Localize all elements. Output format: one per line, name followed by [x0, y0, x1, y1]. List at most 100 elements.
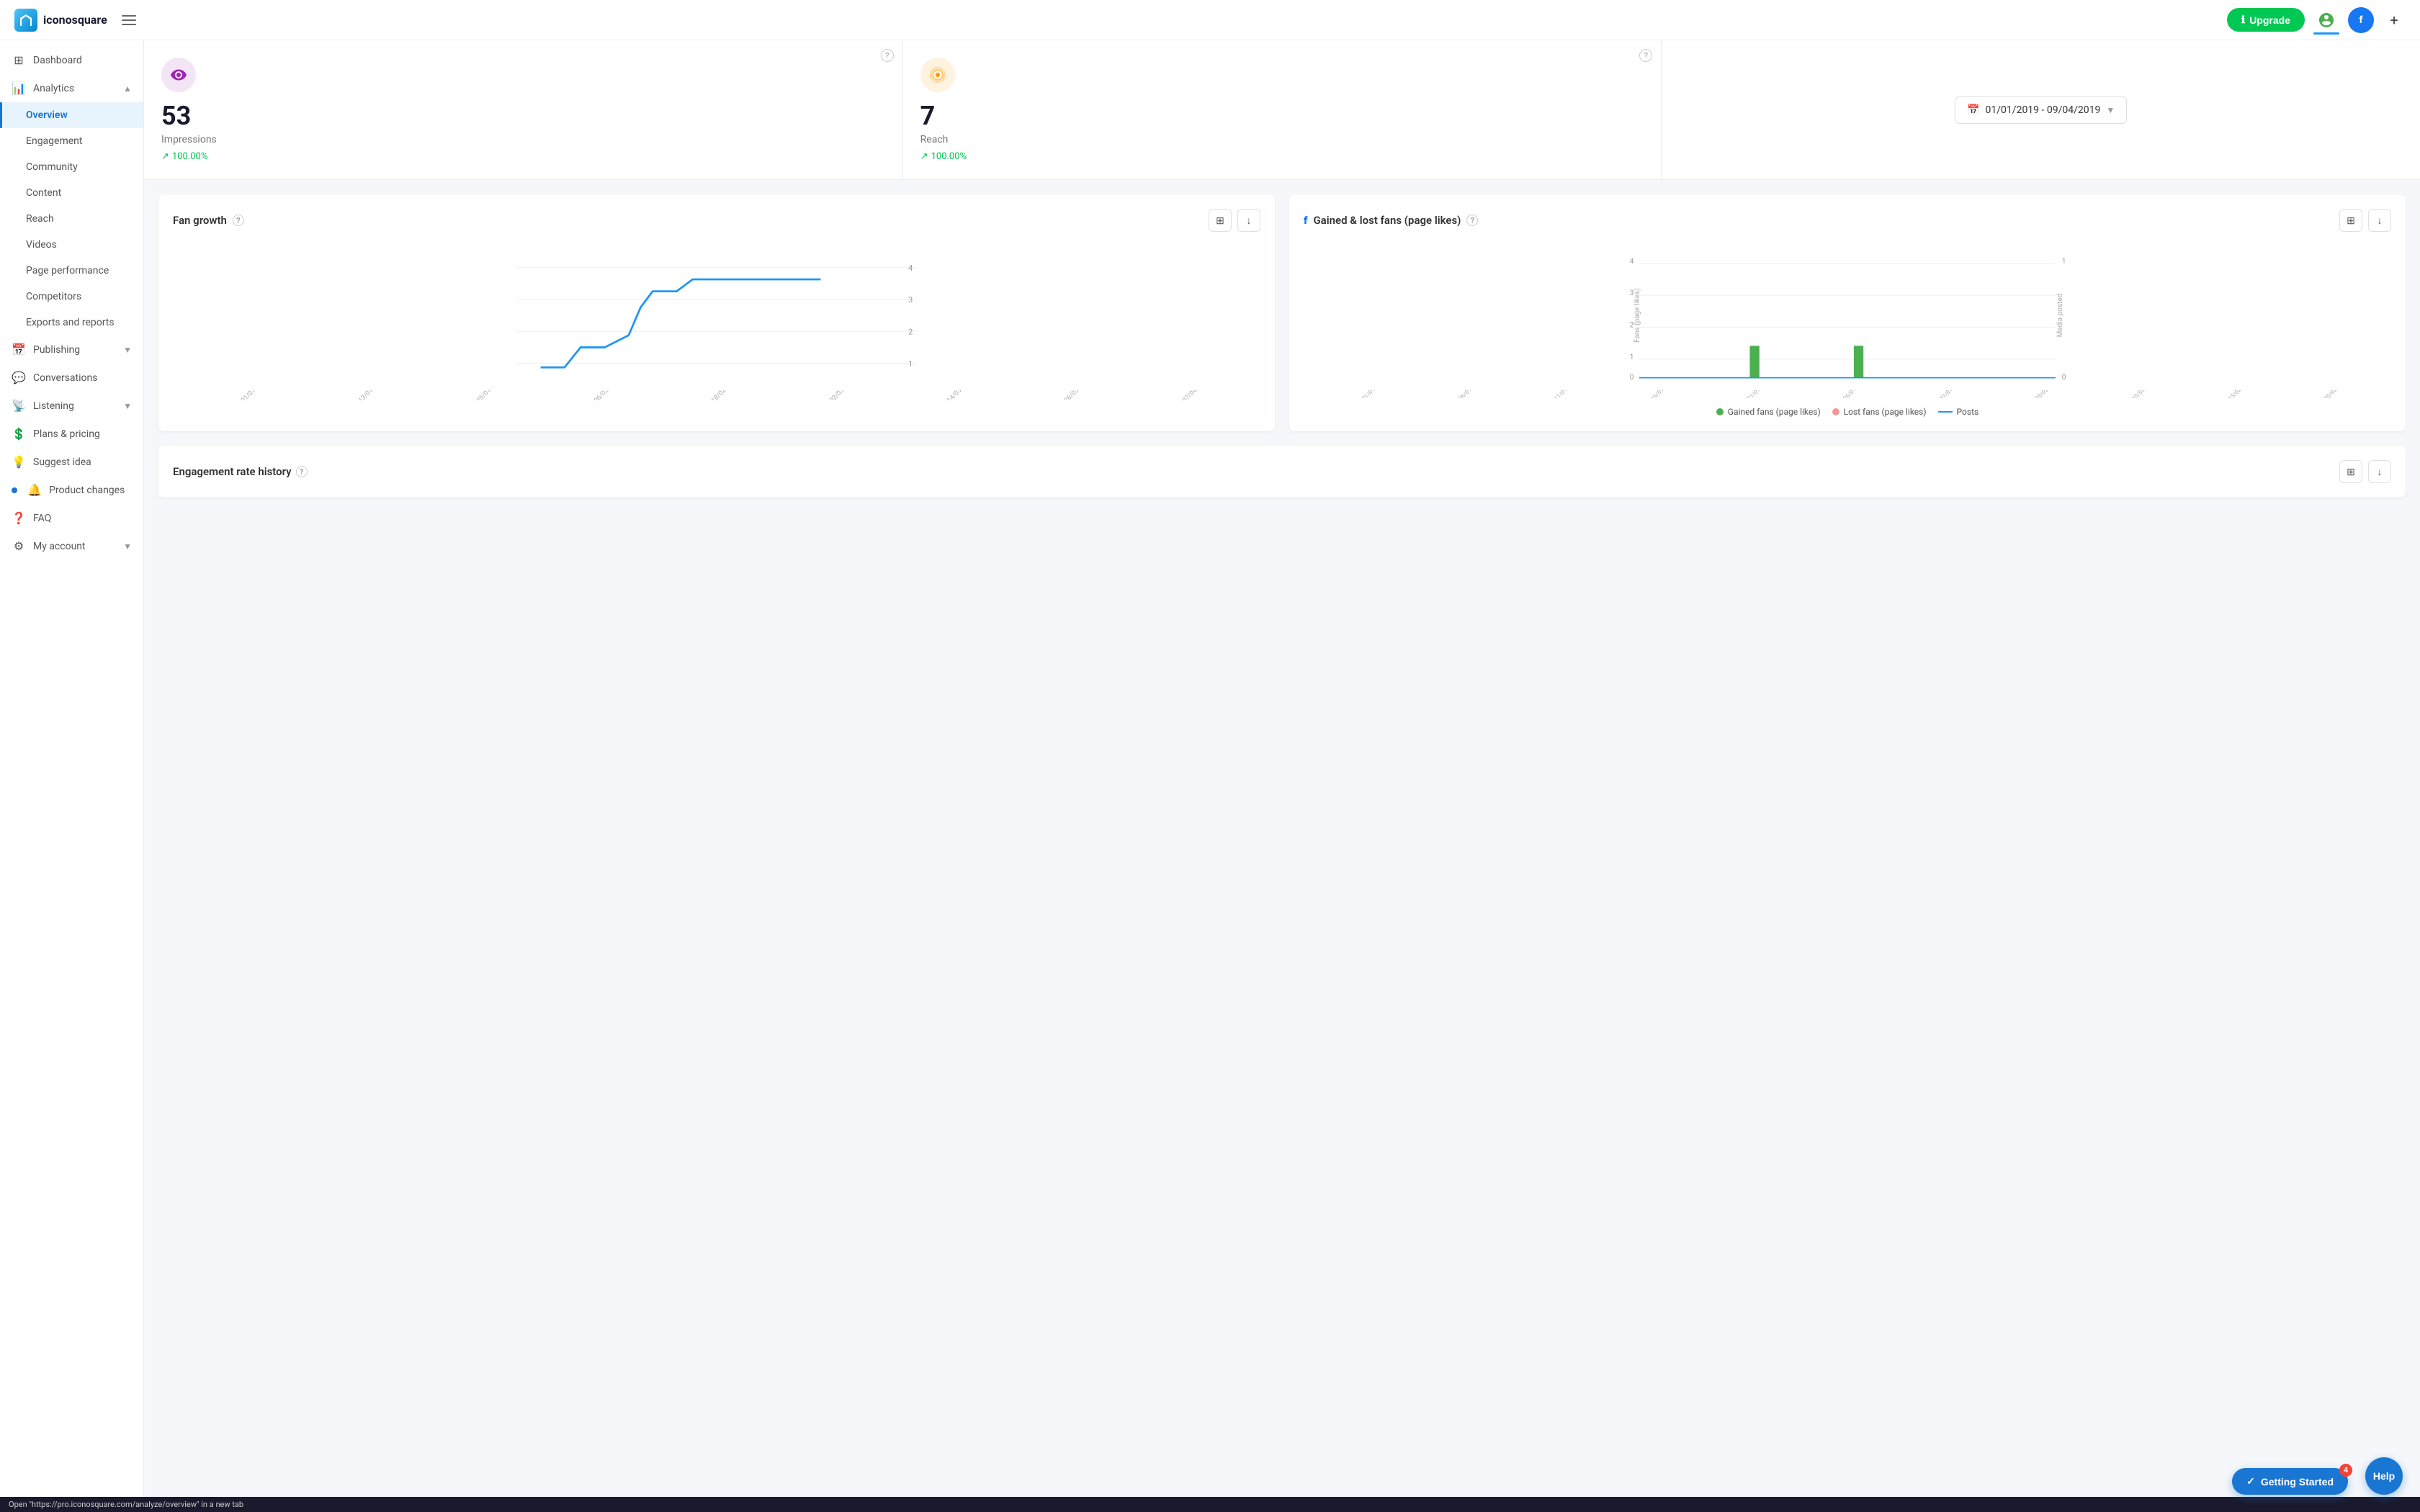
svg-text:Fans (page likes): Fans (page likes)	[1633, 288, 1641, 343]
sidebar-item-dashboard[interactable]: ⊞ Dashboard	[0, 46, 143, 74]
sidebar-item-community[interactable]: Community	[0, 154, 143, 180]
legend-gained: Gained fans (page likes)	[1716, 407, 1821, 417]
reach-change-value: 100.00%	[931, 151, 967, 162]
chart-card-fans: f Gained & lost fans (page likes) ? ⊞ ↓ …	[1289, 194, 2406, 431]
sidebar-item-my-account[interactable]: ⚙ My account ▼	[0, 532, 143, 560]
bottom-card-header: Engagement rate history ? ⊞ ↓	[173, 460, 2391, 483]
active-underline	[2313, 32, 2339, 35]
community-label: Community	[26, 161, 132, 173]
charts-section: Fan growth ? ⊞ ↓	[144, 180, 2420, 446]
help-button[interactable]: Help	[2365, 1457, 2403, 1495]
product-changes-icon: 🔔	[27, 483, 42, 497]
chart2-svg: 4 3 2 1 0 1 0 Fans (page likes) Media po…	[1304, 243, 2391, 387]
impressions-change: ↗ 100.00%	[161, 151, 885, 162]
impressions-arrow: ↗	[161, 151, 169, 162]
plans-label: Plans & pricing	[33, 428, 132, 440]
engagement-grid-button[interactable]: ⊞	[2339, 460, 2362, 483]
svg-text:1: 1	[2062, 258, 2066, 266]
sidebar-item-content[interactable]: Content	[0, 180, 143, 206]
sidebar-item-page-performance[interactable]: Page performance	[0, 258, 143, 284]
gained-fans-label: Gained fans (page likes)	[1728, 407, 1821, 417]
legend-lost: Lost fans (page likes)	[1832, 407, 1927, 417]
getting-started-label: Getting Started	[2261, 1476, 2334, 1488]
posts-line	[1938, 411, 1953, 413]
sidebar-item-reach[interactable]: Reach	[0, 206, 143, 232]
chart2-download-button[interactable]: ↓	[2368, 209, 2391, 232]
chart1-title-text: Fan growth	[173, 214, 227, 227]
sidebar-item-listening[interactable]: 📡 Listening ▼	[0, 392, 143, 420]
header-right: ℹ Upgrade f +	[2227, 7, 2406, 33]
reach-arrow: ↗	[920, 151, 928, 162]
stat-card-impressions: ? 53 Impressions ↗ 100.00%	[144, 40, 903, 179]
impressions-help[interactable]: ?	[881, 49, 894, 62]
sidebar: ⊞ Dashboard 📊 Analytics ▲ Overview Engag…	[0, 40, 144, 1497]
chart1-actions: ⊞ ↓	[1209, 209, 1260, 232]
dashboard-icon: ⊞	[12, 53, 26, 67]
chart1-help[interactable]: ?	[233, 215, 244, 226]
help-label: Help	[2373, 1470, 2395, 1482]
impressions-change-value: 100.00%	[172, 151, 207, 162]
status-text: Open "https://pro.iconosquare.com/analyz…	[9, 1500, 243, 1509]
engagement-rate-help[interactable]: ?	[296, 466, 308, 477]
date-picker-card: 📅 01/01/2019 - 09/04/2019 ▼	[1662, 40, 2420, 179]
sidebar-item-suggest[interactable]: 💡 Suggest idea	[0, 448, 143, 476]
date-picker-chevron: ▼	[2106, 105, 2115, 115]
sidebar-item-plans[interactable]: 💲 Plans & pricing	[0, 420, 143, 448]
plans-icon: 💲	[12, 427, 26, 441]
reach-change: ↗ 100.00%	[920, 151, 1644, 162]
sidebar-item-publishing[interactable]: 📅 Publishing ▼	[0, 336, 143, 364]
calendar-icon: 📅	[1967, 104, 1979, 116]
logo[interactable]: iconosquare	[14, 9, 107, 32]
upgrade-button[interactable]: ℹ Upgrade	[2227, 8, 2305, 32]
user-avatar[interactable]	[2313, 7, 2339, 33]
suggest-label: Suggest idea	[33, 456, 132, 468]
fb-icon: f	[1304, 214, 1307, 227]
analytics-icon: 📊	[12, 81, 26, 95]
chart2-legend: Gained fans (page likes) Lost fans (page…	[1304, 407, 2391, 417]
sidebar-item-conversations[interactable]: 💬 Conversations	[0, 364, 143, 392]
videos-label: Videos	[26, 239, 132, 251]
chart1-svg: 4 3 2 1	[173, 243, 1260, 387]
impressions-value: 53	[161, 101, 885, 131]
facebook-avatar[interactable]: f	[2348, 7, 2374, 33]
chart2-actions: ⊞ ↓	[2339, 209, 2391, 232]
sidebar-item-engagement[interactable]: Engagement	[0, 128, 143, 154]
chart2-help[interactable]: ?	[1466, 215, 1478, 226]
reach-help[interactable]: ?	[1639, 49, 1652, 62]
suggest-icon: 💡	[12, 455, 26, 469]
publishing-chevron: ▼	[123, 345, 132, 355]
conversations-icon: 💬	[12, 371, 26, 384]
add-button[interactable]: +	[2383, 9, 2406, 32]
impressions-label: Impressions	[161, 134, 885, 145]
chart2-title: f Gained & lost fans (page likes) ?	[1304, 214, 1478, 227]
publishing-icon: 📅	[12, 343, 26, 356]
sidebar-item-videos[interactable]: Videos	[0, 232, 143, 258]
chart1-grid-button[interactable]: ⊞	[1209, 209, 1232, 232]
date-range-label: 01/01/2019 - 09/04/2019	[1986, 104, 2101, 116]
svg-text:0: 0	[2062, 374, 2066, 382]
sidebar-item-faq[interactable]: ❓ FAQ	[0, 504, 143, 532]
getting-started-badge: 4	[2339, 1464, 2352, 1477]
sidebar-item-analytics[interactable]: 📊 Analytics ▲	[0, 74, 143, 102]
sidebar-item-overview[interactable]: Overview	[0, 102, 143, 128]
hamburger-button[interactable]	[119, 12, 139, 28]
chart2-grid-button[interactable]: ⊞	[2339, 209, 2362, 232]
listening-chevron: ▼	[123, 401, 132, 411]
svg-text:0: 0	[1630, 374, 1634, 382]
faq-label: FAQ	[33, 513, 132, 524]
svg-text:4: 4	[1630, 258, 1634, 266]
chart1-header: Fan growth ? ⊞ ↓	[173, 209, 1260, 232]
sidebar-item-label: Dashboard	[33, 55, 132, 66]
sidebar-item-competitors[interactable]: Competitors	[0, 284, 143, 310]
svg-text:1: 1	[1630, 354, 1634, 361]
bottom-card-actions: ⊞ ↓	[2339, 460, 2391, 483]
chart1-download-button[interactable]: ↓	[1237, 209, 1260, 232]
header: iconosquare ℹ Upgrade f +	[0, 0, 2420, 40]
sidebar-analytics-label: Analytics	[33, 83, 116, 94]
sidebar-item-product-changes[interactable]: 🔔 Product changes	[0, 476, 143, 504]
getting-started-button[interactable]: ✓ Getting Started 4	[2232, 1468, 2348, 1495]
date-picker-button[interactable]: 📅 01/01/2019 - 09/04/2019 ▼	[1955, 96, 2127, 124]
my-account-label: My account	[33, 541, 116, 552]
engagement-download-button[interactable]: ↓	[2368, 460, 2391, 483]
sidebar-item-exports[interactable]: Exports and reports	[0, 310, 143, 336]
